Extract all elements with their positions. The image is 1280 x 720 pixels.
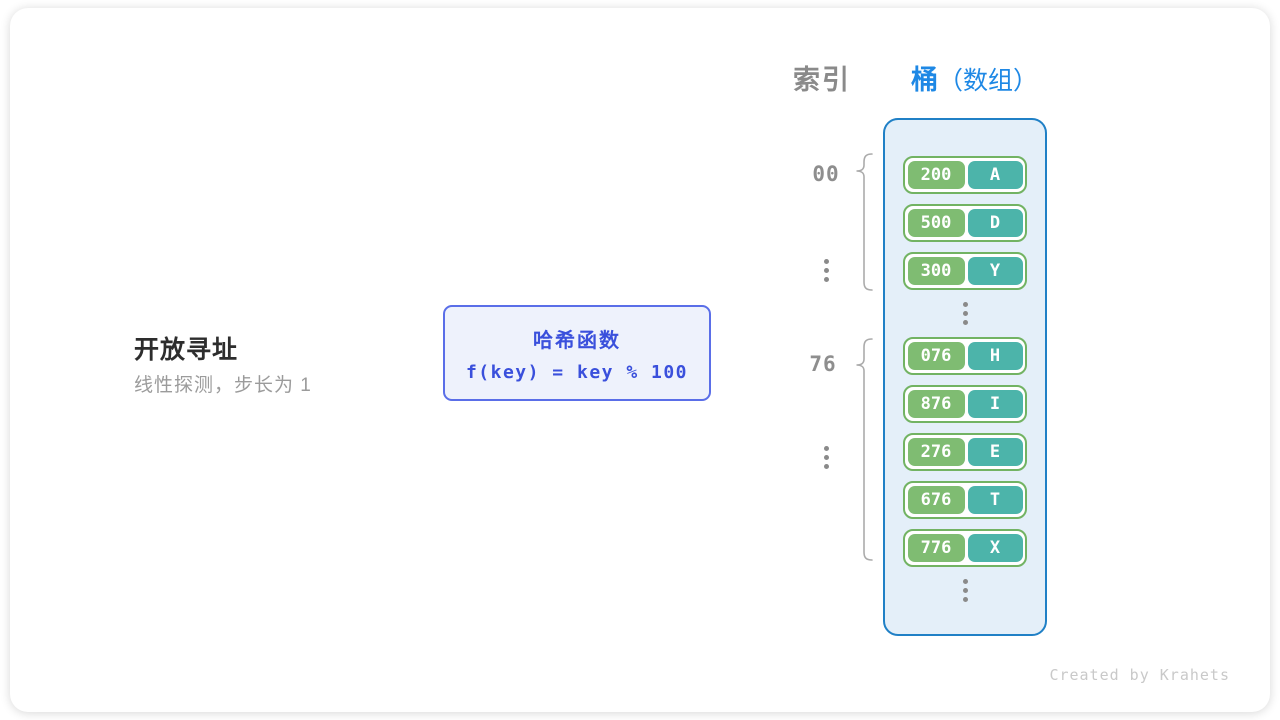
key-cell: 076	[908, 342, 965, 370]
curly-brace-group-00	[855, 153, 875, 293]
key-cell: 876	[908, 390, 965, 418]
key-cell: 300	[908, 257, 965, 285]
bucket-slot: 776 X	[903, 529, 1027, 567]
bucket-slot: 276 E	[903, 433, 1027, 471]
diagram-card: 索引 桶（数组） 开放寻址 线性探测，步长为 1 哈希函数 f(key) = k…	[10, 8, 1270, 712]
page-subtitle: 线性探测，步长为 1	[134, 370, 312, 397]
bucket-slot: 300 Y	[903, 252, 1027, 290]
hash-function-title: 哈希函数	[533, 324, 621, 353]
bucket-column-header: 桶（数组）	[911, 58, 1038, 97]
value-cell: Y	[968, 257, 1023, 285]
hash-function-formula: f(key) = key % 100	[466, 362, 688, 383]
page-title: 开放寻址	[134, 330, 238, 366]
value-cell: H	[968, 342, 1023, 370]
bucket-ellipsis-dots	[963, 300, 968, 327]
index-column-header: 索引	[793, 58, 851, 97]
bucket-slot: 076 H	[903, 337, 1027, 375]
value-cell: E	[968, 438, 1023, 466]
bucket-slot: 876 I	[903, 385, 1027, 423]
key-cell: 500	[908, 209, 965, 237]
value-cell: D	[968, 209, 1023, 237]
index-label-00: 00	[804, 162, 848, 186]
bucket-slot: 676 T	[903, 481, 1027, 519]
bucket-array-container: 200 A 500 D 300 Y 076 H 876 I 276 E 676 …	[883, 118, 1047, 636]
index-ellipsis-dots	[824, 444, 829, 471]
bucket-header-label: 桶	[911, 65, 938, 95]
bucket-slot: 500 D	[903, 204, 1027, 242]
value-cell: T	[968, 486, 1023, 514]
index-label-76: 76	[801, 352, 845, 376]
curly-brace-group-76	[855, 338, 875, 563]
bucket-header-suffix: （数组）	[938, 67, 1038, 95]
key-cell: 200	[908, 161, 965, 189]
footer-credit: Created by Krahets	[1049, 666, 1230, 684]
value-cell: X	[968, 534, 1023, 562]
bucket-ellipsis-dots	[963, 577, 968, 604]
value-cell: I	[968, 390, 1023, 418]
key-cell: 776	[908, 534, 965, 562]
key-cell: 676	[908, 486, 965, 514]
hash-function-box: 哈希函数 f(key) = key % 100	[443, 305, 711, 401]
bucket-slot: 200 A	[903, 156, 1027, 194]
key-cell: 276	[908, 438, 965, 466]
value-cell: A	[968, 161, 1023, 189]
index-ellipsis-dots	[824, 257, 829, 284]
